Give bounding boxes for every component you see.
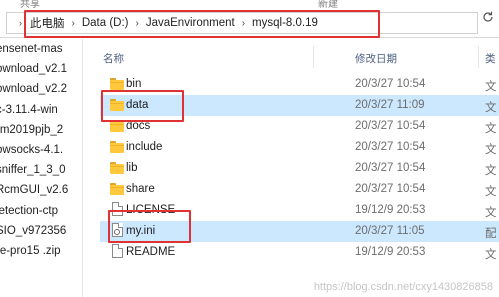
refresh-icon[interactable] — [481, 11, 495, 26]
nav-item[interactable]: letection-ctp — [0, 201, 82, 221]
file-type: 文 — [485, 144, 497, 156]
column-header-type[interactable]: 类 — [485, 51, 496, 66]
file-name: share — [126, 183, 155, 195]
folder-icon — [110, 141, 124, 153]
file-date: 20/3/27 10:54 — [355, 120, 426, 132]
nav-item[interactable]: SIO_v972356 — [0, 221, 82, 241]
column-header: 名称 修改日期 类 — [83, 44, 499, 70]
nav-item[interactable]: RcmGUI_v2.6 — [0, 180, 82, 200]
annotation-box-myini — [108, 210, 191, 243]
nav-item[interactable]: ensenet-mas — [0, 39, 82, 59]
file-type: 文 — [485, 165, 497, 177]
file-date: 20/3/27 10:54 — [355, 162, 426, 174]
annotation-box-address — [24, 10, 380, 38]
nav-item[interactable]: ownload_v2.2 — [0, 79, 82, 99]
nav-item[interactable]: sniffer_1_3_0 — [0, 160, 82, 180]
column-header-date[interactable]: 修改日期 — [355, 51, 397, 66]
column-divider[interactable] — [478, 46, 479, 68]
nav-item[interactable]: re-pro15 .zip — [0, 241, 82, 261]
column-header-name[interactable]: 名称 — [103, 51, 124, 66]
file-date: 20/3/27 10:54 — [355, 141, 426, 153]
file-type: 文 — [485, 207, 497, 219]
file-type: 文 — [485, 249, 497, 261]
nav-item[interactable]: c-3.11.4-win — [0, 100, 82, 120]
nav-item[interactable]: owsocks-4.1. — [0, 140, 82, 160]
folder-icon — [110, 162, 124, 174]
column-divider[interactable] — [313, 46, 314, 68]
file-date: 19/12/9 20:53 — [355, 246, 426, 258]
file-name: README — [126, 246, 176, 258]
nav-item[interactable]: ownload_v2.1 — [0, 59, 82, 79]
file-type: 配 — [485, 228, 497, 240]
file-name: bin — [126, 78, 142, 90]
nav-item[interactable]: rm2019pjb_2 — [0, 120, 82, 140]
file-date: 19/12/9 20:53 — [355, 204, 426, 216]
file-type: 文 — [485, 123, 497, 135]
watermark: https://blog.csdn.net/cxy1430826858 — [313, 281, 493, 293]
file-type: 文 — [485, 186, 497, 198]
file-row-readme[interactable]: README 19/12/9 20:53 文 — [100, 242, 499, 263]
file-name: lib — [126, 162, 138, 174]
folder-icon — [110, 78, 124, 90]
file-row-include[interactable]: include 20/3/27 10:54 文 — [100, 137, 499, 158]
file-date: 20/3/27 10:54 — [355, 183, 426, 195]
file-date: 20/3/27 11:09 — [355, 99, 425, 111]
file-type: 文 — [485, 81, 497, 93]
file-date: 20/3/27 11:05 — [355, 225, 425, 237]
pane-divider[interactable] — [82, 39, 83, 297]
folder-icon — [110, 183, 124, 195]
file-date: 20/3/27 10:54 — [355, 78, 426, 90]
file-type: 文 — [485, 102, 497, 114]
chevron-right-icon[interactable]: › — [19, 18, 22, 28]
file-row-lib[interactable]: lib 20/3/27 10:54 文 — [100, 158, 499, 179]
annotation-box-data — [101, 90, 184, 122]
file-icon — [110, 244, 124, 258]
navigation-pane: ensenet-mas ownload_v2.1 ownload_v2.2 c-… — [0, 39, 82, 297]
file-name: include — [126, 141, 163, 153]
file-row-share[interactable]: share 20/3/27 10:54 文 — [100, 179, 499, 200]
